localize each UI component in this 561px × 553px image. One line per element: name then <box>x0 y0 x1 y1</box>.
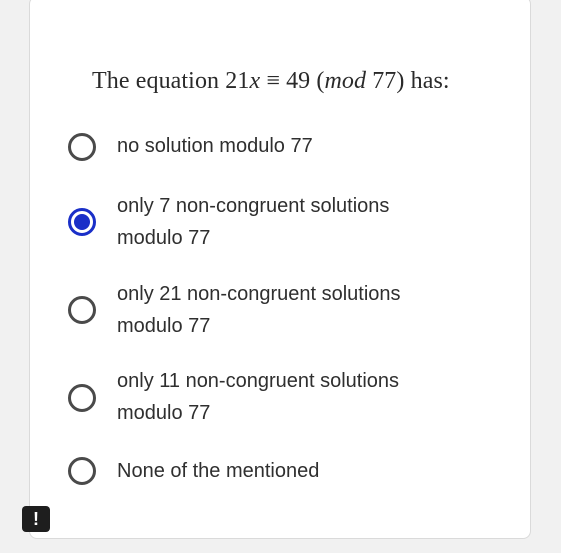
radio-button[interactable] <box>68 384 96 412</box>
question-prefix: The equation <box>92 68 226 94</box>
radio-button[interactable] <box>68 296 96 324</box>
question-text: The equation 21x ≡ 49 (mod 77) has: <box>92 68 450 95</box>
option-label: only 21 non-congruent solutions modulo 7… <box>117 283 401 337</box>
math-mod: mod <box>324 68 367 94</box>
math-coefficient: 21 <box>225 68 250 94</box>
alert-icon[interactable]: ! <box>22 506 50 532</box>
option-label: only 7 non-congruent solutions modulo 77 <box>117 195 390 249</box>
radio-button-selected[interactable] <box>68 208 96 236</box>
radio-button[interactable] <box>68 457 96 485</box>
radio-button[interactable] <box>68 133 96 161</box>
math-end: 77) <box>366 68 405 94</box>
option-label: no solution modulo 77 <box>117 135 313 157</box>
math-relation: ≡ 49 ( <box>260 68 325 94</box>
option-label: only 11 non-congruent solutions modulo 7… <box>117 370 400 424</box>
question-suffix: has: <box>404 68 450 94</box>
option-label: None of the mentioned <box>117 460 320 482</box>
math-variable: x <box>249 68 261 94</box>
